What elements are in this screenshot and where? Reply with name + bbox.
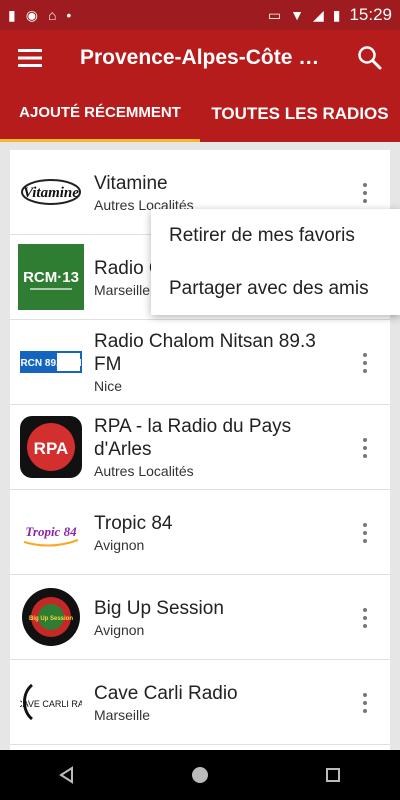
station-name: Radio Chalom Nitsan 89.3 FM — [94, 331, 316, 375]
list-item[interactable]: Tropic 84 Tropic 84 Avignon — [10, 490, 390, 575]
tab-all-radios[interactable]: TOUTES LES RADIOS — [200, 86, 400, 142]
signal-icon: ◢ — [312, 7, 324, 23]
recents-icon[interactable] — [323, 765, 343, 785]
more-options-icon[interactable] — [362, 523, 368, 543]
list-item[interactable]: Big Up Session Big Up Session Avignon — [10, 575, 390, 660]
share-with-friends-item[interactable]: Partager avec des amis — [151, 262, 400, 315]
camera-icon: ◉ — [25, 7, 38, 23]
status-right: ▭ ▼ ◢ ▮ 15:29 — [268, 5, 392, 25]
tab-recently-added[interactable]: AJOUTÉ RÉCEMMENT — [0, 86, 200, 142]
logo-text: RCM·13 — [23, 269, 79, 286]
home-icon[interactable] — [190, 765, 210, 785]
station-logo: RCN 89.3 FM — [18, 329, 84, 395]
rcn-logo: RCN 89.3 FM — [20, 351, 82, 373]
station-logo: CAVE CARLI RADIO — [18, 669, 84, 735]
context-menu: Retirer de mes favoris Partager avec des… — [151, 209, 400, 315]
more-options-icon[interactable] — [362, 693, 368, 713]
station-location: Marseille — [94, 706, 151, 723]
battery-icon: ▮ — [332, 7, 341, 23]
rpa-logo: RPA — [20, 416, 82, 478]
station-name: Cave Carli Radio — [94, 682, 238, 704]
logo-text: RCN 89.3 FM — [20, 358, 81, 369]
station-name: Tropic 84 — [94, 512, 173, 534]
status-left: ▮ ◉ ⌂ • — [8, 8, 71, 22]
dot-icon: • — [66, 7, 72, 23]
status-bar: ▮ ◉ ⌂ • ▭ ▼ ◢ ▮ 15:29 — [0, 0, 400, 30]
more-options-icon[interactable] — [362, 353, 368, 373]
rcm13-logo: RCM·13 — [23, 269, 79, 290]
cavecarli-logo: CAVE CARLI RADIO — [20, 683, 82, 721]
logo-text: RPA — [34, 439, 69, 458]
station-logo: Tropic 84 — [18, 499, 84, 565]
station-logo: Big Up Session — [18, 584, 84, 650]
station-logo: RCM·13 — [18, 244, 84, 310]
logo-text: Tropic 84 — [25, 524, 77, 539]
bigup-logo: Big Up Session — [22, 588, 80, 646]
app-bar: Provence-Alpes-Côte d'Azur — [0, 30, 400, 86]
station-location: Autres Localités — [94, 463, 194, 479]
more-options-icon[interactable] — [362, 183, 368, 203]
status-time: 15:29 — [349, 5, 392, 24]
list-item[interactable]: RPA RPA - la Radio du Pays d'Arles Autre… — [10, 405, 390, 490]
station-logo: Vitamine — [18, 159, 84, 225]
broom-icon: ⌂ — [47, 7, 57, 23]
station-location: Avignon — [94, 621, 145, 638]
more-options-icon[interactable] — [362, 608, 368, 628]
tab-bar: AJOUTÉ RÉCEMMENT TOUTES LES RADIOS — [0, 86, 400, 142]
menu-button[interactable] — [0, 30, 60, 86]
vitamine-logo: Vitamine — [21, 179, 81, 205]
station-name: RPA - la Radio du Pays d'Arles — [94, 416, 292, 460]
menu-icon — [18, 49, 42, 67]
page-title: Provence-Alpes-Côte d'Azur — [80, 46, 330, 69]
sim-icon: ▮ — [8, 7, 16, 23]
logo-text: Big Up Session — [29, 616, 73, 622]
nav-bar — [0, 750, 400, 800]
station-name: Big Up Session — [94, 597, 224, 619]
logo-text: Vitamine — [23, 185, 79, 201]
station-location: Nice — [94, 378, 123, 394]
search-icon — [358, 46, 382, 70]
wifi-icon: ▼ — [290, 7, 304, 23]
back-icon[interactable] — [57, 765, 77, 785]
cast-icon: ▭ — [267, 7, 282, 23]
more-options-icon[interactable] — [362, 438, 368, 458]
list-item[interactable]: CAVE CARLI RADIO Cave Carli Radio Marsei… — [10, 660, 390, 745]
station-name: Vitamine — [94, 172, 168, 194]
search-button[interactable] — [356, 44, 384, 72]
tropic84-logo: Tropic 84 — [23, 524, 79, 547]
station-location: Avignon — [94, 536, 145, 553]
list-item[interactable]: RCN 89.3 FM Radio Chalom Nitsan 89.3 FM … — [10, 320, 390, 405]
remove-favorite-item[interactable]: Retirer de mes favoris — [151, 209, 400, 262]
logo-text: CAVE CARLI RADIO — [20, 699, 82, 709]
station-logo: RPA — [18, 414, 84, 480]
